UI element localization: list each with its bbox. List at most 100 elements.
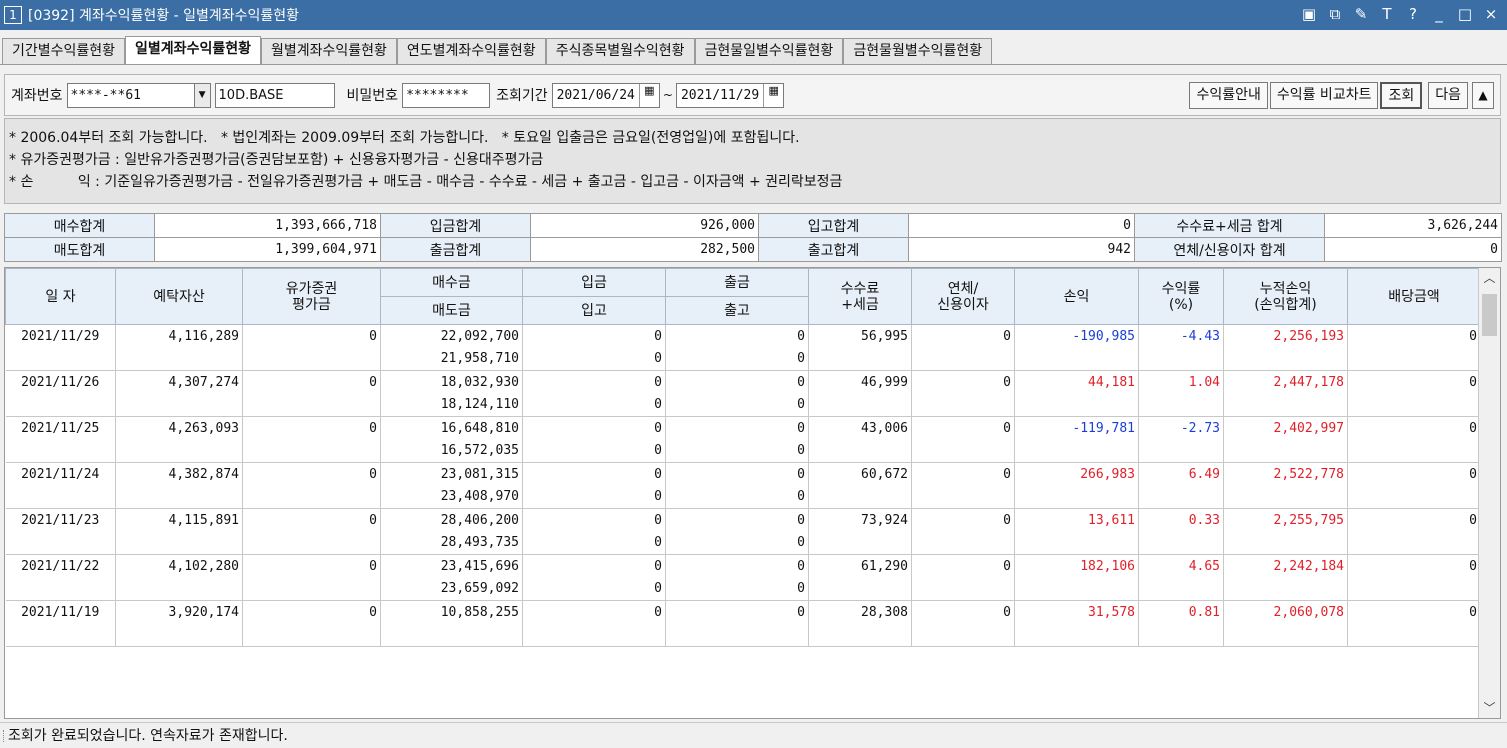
calendar-icon[interactable]: ▦: [638, 83, 659, 107]
help-icon[interactable]: ?: [1405, 5, 1421, 23]
account-label: 계좌번호: [11, 88, 63, 104]
empty-cell: [808, 439, 912, 463]
cell-pnl: 44,181: [1014, 370, 1139, 394]
collapse-button[interactable]: ▲: [1472, 81, 1494, 109]
cell-cumulative-pnl: 2,256,193: [1223, 324, 1348, 348]
scroll-up-icon[interactable]: ︿: [1479, 268, 1500, 288]
date-to-value: 2021/11/29: [680, 87, 760, 103]
cell-deposit-asset: 4,307,274: [115, 370, 243, 394]
next-button[interactable]: 다음: [1428, 81, 1468, 109]
date-to-input[interactable]: 2021/11/29 ▦: [675, 82, 785, 108]
cell-date: 2021/11/19: [5, 600, 116, 624]
empty-cell: [1347, 347, 1481, 371]
tab-daily-account-return[interactable]: 일별계좌수익률현황: [125, 36, 261, 65]
cell-dividend: 0: [1347, 324, 1481, 348]
cell-stock-in: 0: [522, 347, 666, 371]
fee-tax-total-label: 수수료+세금 합계: [1134, 213, 1325, 238]
empty-cell: [242, 347, 381, 371]
cell-dividend: 0: [1347, 416, 1481, 440]
return-compare-chart-button[interactable]: 수익률 비교차트: [1269, 81, 1379, 109]
password-input[interactable]: ********: [402, 82, 491, 108]
account-number-input[interactable]: ****-**61: [66, 82, 195, 108]
empty-cell: [5, 531, 116, 555]
table-row-sub[interactable]: 23,659,092 0 0: [5, 577, 1481, 601]
table-row[interactable]: 2021/11/22 4,102,280 0 23,415,696 0 0 61,290 0 1…: [5, 554, 1481, 578]
font-icon[interactable]: T: [1379, 5, 1395, 23]
empty-cell: [808, 347, 912, 371]
empty-cell: [1223, 393, 1348, 417]
table-row[interactable]: 2021/11/24 4,382,874 0 23,081,315 0 0 60,672 0 2…: [5, 462, 1481, 486]
table-row-sub[interactable]: 21,958,710 0 0: [5, 347, 1481, 371]
table-row[interactable]: 2021/11/23 4,115,891 0 28,406,200 0 0 73,924 0 1…: [5, 508, 1481, 532]
pin-icon[interactable]: ✎: [1353, 5, 1369, 23]
scroll-thumb[interactable]: [1482, 294, 1497, 336]
cell-deposit-asset: 4,116,289: [115, 324, 243, 348]
grid-table: 일 자 예탁자산 유가증권 평가금 매수금 입금 출금 수수료 +세금 연체/신용이…: [5, 268, 1481, 647]
table-row-sub[interactable]: 16,572,035 0 0: [5, 439, 1481, 463]
table-row-sub[interactable]: [5, 623, 1481, 647]
date-from-input[interactable]: 2021/06/24 ▦: [551, 82, 660, 108]
tab-stock-monthly-return[interactable]: 주식종목별월수익현황: [545, 38, 695, 65]
empty-cell: [1014, 347, 1139, 371]
table-row[interactable]: 2021/11/29 4,116,289 0 22,092,700 0 0 56,995 0-…: [5, 324, 1481, 348]
col-dividend: 배당금액: [1347, 268, 1481, 325]
vertical-scrollbar[interactable]: ︿ ﹀: [1478, 268, 1500, 718]
minimize-icon[interactable]: _: [1431, 5, 1447, 23]
cell-sell-amount: 28,493,735: [380, 531, 523, 555]
cell-fee-tax: 61,290: [808, 554, 912, 578]
tab-yearly-account-return[interactable]: 연도별계좌수익률현황: [396, 38, 546, 65]
close-icon[interactable]: ×: [1483, 5, 1499, 23]
empty-cell: [242, 439, 381, 463]
status-bar: 조회가 완료되었습니다. 연속자료가 존재합니다.: [0, 722, 1507, 748]
dropdown-icon[interactable]: ▼: [194, 82, 211, 108]
cell-deposit-in: 0: [522, 600, 666, 624]
empty-cell: [808, 531, 912, 555]
cell-buy-amount: 10,858,255: [380, 600, 523, 624]
calendar-icon[interactable]: ▦: [763, 83, 783, 107]
col-pnl: 손익: [1014, 268, 1139, 325]
cell-securities-eval: 0: [242, 508, 381, 532]
cell-return-rate: 0.81: [1138, 600, 1224, 624]
scroll-down-icon[interactable]: ﹀: [1479, 698, 1500, 718]
cascade-icon[interactable]: ⧉: [1327, 5, 1343, 23]
table-row[interactable]: 2021/11/19 3,920,174 0 10,858,255 0 0 28,308 0 3…: [5, 600, 1481, 624]
empty-cell: [1014, 439, 1139, 463]
tab-gold-monthly-return[interactable]: 금현물월별수익률현황: [843, 38, 993, 65]
table-row-sub[interactable]: 18,124,110 0 0: [5, 393, 1481, 417]
empty-cell: [1138, 531, 1224, 555]
note-line: * 유가증권평가금 : 일반유가증권평가금(증권담보포함) + 신용융자평가금 …: [9, 152, 544, 168]
daily-return-grid[interactable]: 일 자 예탁자산 유가증권 평가금 매수금 입금 출금 수수료 +세금 연체/신용이…: [4, 267, 1501, 719]
empty-cell: [242, 531, 381, 555]
tab-period-return[interactable]: 기간별수익률현황: [2, 38, 126, 65]
cell-stock-in: 0: [522, 393, 666, 417]
table-row-sub[interactable]: 23,408,970 0 0: [5, 485, 1481, 509]
empty-cell: [115, 531, 243, 555]
cell-stock-out: 0: [665, 577, 809, 601]
empty-cell: [808, 393, 912, 417]
empty-cell: [1223, 347, 1348, 371]
empty-cell: [911, 485, 1015, 509]
cell-return-rate: 1.04: [1138, 370, 1224, 394]
tab-monthly-account-return[interactable]: 월별계좌수익률현황: [260, 38, 397, 65]
note-line: * 2006.04부터 조회 가능합니다. * 법인계좌는 2009.09부터 …: [9, 130, 800, 146]
table-row-sub[interactable]: 28,493,735 0 0: [5, 531, 1481, 555]
restore-icon[interactable]: ▣: [1301, 5, 1317, 23]
cell-date: 2021/11/25: [5, 416, 116, 440]
account-name-field: 10D.BASE: [214, 82, 335, 108]
table-row[interactable]: 2021/11/26 4,307,274 0 18,032,930 0 0 46,999 0 4…: [5, 370, 1481, 394]
tab-gold-daily-return[interactable]: 금현물일별수익률현황: [694, 38, 844, 65]
cell-stock-in: [522, 623, 666, 647]
cell-deposit-asset: 4,115,891: [115, 508, 243, 532]
maximize-icon[interactable]: □: [1457, 5, 1473, 23]
empty-cell: [115, 393, 243, 417]
search-button[interactable]: 조회: [1380, 81, 1423, 109]
table-row[interactable]: 2021/11/25 4,263,093 0 16,648,810 0 0 43,006 0-…: [5, 416, 1481, 440]
stock-in-total-label: 입고합계: [758, 213, 909, 238]
cell-pnl: 266,983: [1014, 462, 1139, 486]
return-guide-button[interactable]: 수익률안내: [1189, 81, 1268, 109]
col-stock-in: 입고: [522, 296, 666, 325]
col-stock-out: 출고: [665, 296, 809, 325]
cell-sell-amount: 23,659,092: [380, 577, 523, 601]
col-buy-amount: 매수금: [380, 268, 523, 297]
cell-stock-out: 0: [665, 347, 809, 371]
